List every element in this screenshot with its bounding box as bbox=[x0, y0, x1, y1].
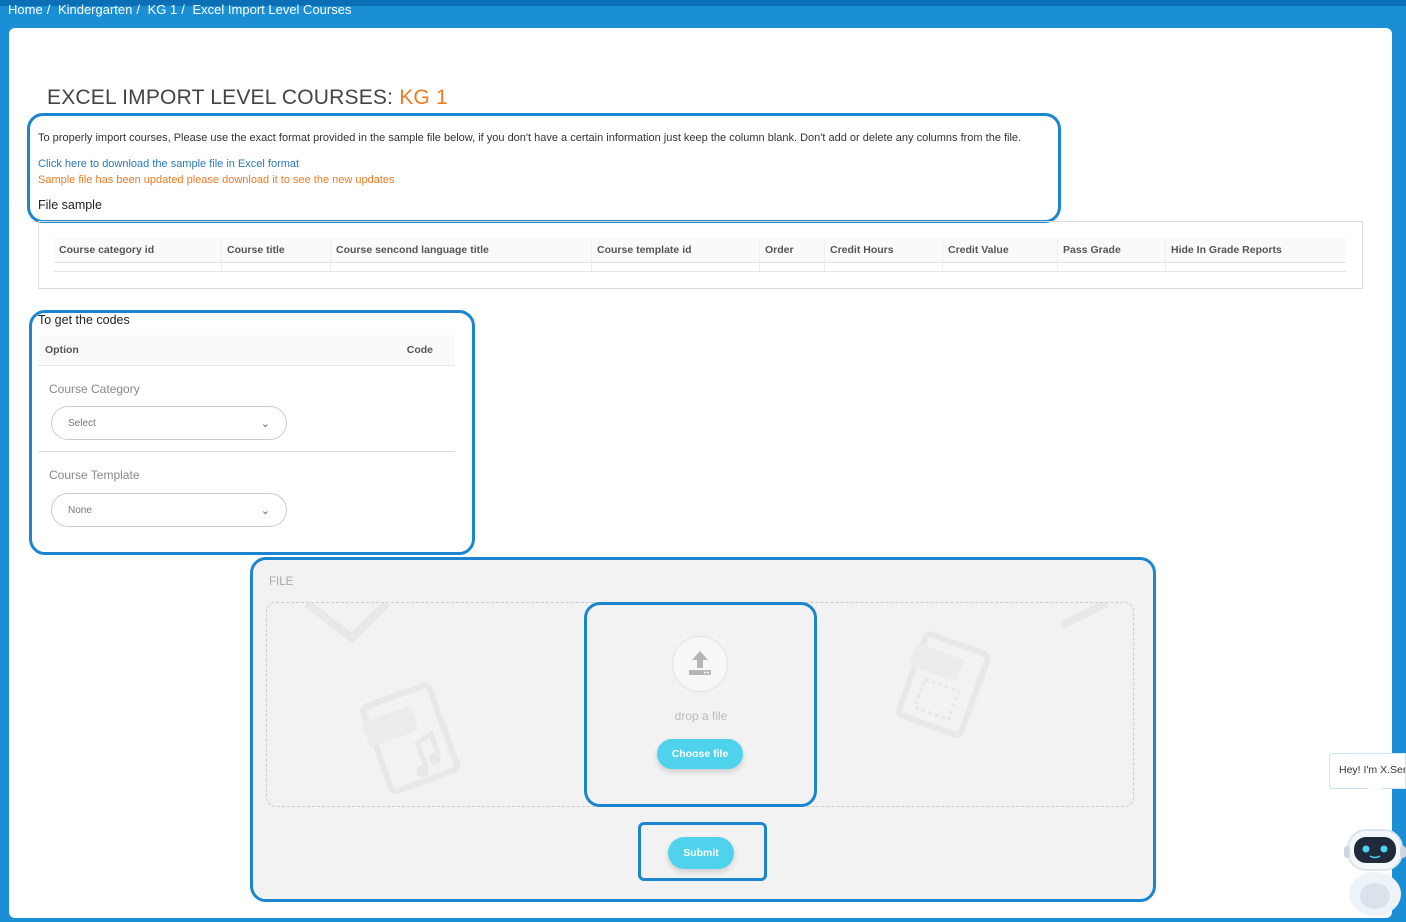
file-dropzone[interactable]: drop a file Choose file bbox=[266, 602, 1134, 807]
page-title: EXCEL IMPORT LEVEL COURSES: KG 1 bbox=[47, 86, 448, 110]
assistant-greeting-bubble[interactable]: Hey! I'm X.Ser bbox=[1329, 753, 1406, 789]
breadcrumb-separator: / bbox=[136, 2, 141, 17]
file-sample-title: File sample bbox=[38, 198, 102, 212]
dropzone-background-icons bbox=[304, 603, 1109, 795]
update-notice: Sample file has been updated please down… bbox=[38, 174, 395, 186]
column-header: Course sencond language title bbox=[330, 238, 592, 263]
column-header: Pass Grade bbox=[1057, 238, 1166, 263]
column-header: Order bbox=[759, 238, 825, 263]
codes-table: Option Code Course Category Select ⌄ Cou… bbox=[38, 335, 455, 537]
chevron-down-icon: ⌄ bbox=[260, 417, 270, 430]
content-card: EXCEL IMPORT LEVEL COURSES: KG 1 To prop… bbox=[9, 28, 1392, 918]
assistant-bubble-tail bbox=[1368, 788, 1382, 796]
course-category-value: Select bbox=[68, 417, 96, 429]
breadcrumb-kg1[interactable]: KG 1 bbox=[148, 2, 178, 17]
mp3-file-icon bbox=[360, 682, 461, 795]
column-header: Credit Value bbox=[942, 238, 1058, 263]
file-sample-table: Course category id Course title Course s… bbox=[54, 238, 1346, 272]
page-title-prefix: EXCEL IMPORT LEVEL COURSES: bbox=[47, 86, 400, 109]
course-category-select[interactable]: Select ⌄ bbox=[51, 406, 287, 440]
drop-file-text: drop a file bbox=[674, 709, 728, 723]
breadcrumb: Home / Kindergarten / KG 1/ Excel Import L… bbox=[8, 2, 355, 17]
chevron-down-icon: ⌄ bbox=[260, 504, 270, 517]
check-shape bbox=[304, 603, 1109, 644]
column-header: Course category id bbox=[54, 238, 222, 263]
column-header-code: Code bbox=[406, 344, 433, 356]
page-title-level: KG 1 bbox=[399, 86, 448, 109]
instructions-text: To properly import courses, Please use t… bbox=[38, 132, 1022, 144]
file-sample-box: Course category id Course title Course s… bbox=[38, 221, 1363, 289]
choose-file-button[interactable]: Choose file bbox=[657, 739, 743, 769]
breadcrumb-home[interactable]: Home bbox=[8, 2, 43, 17]
breadcrumb-separator: / bbox=[181, 2, 185, 17]
course-template-select[interactable]: None ⌄ bbox=[51, 493, 287, 527]
upload-icon bbox=[689, 651, 711, 675]
codes-row-course-template: Course Template None ⌄ bbox=[38, 452, 455, 537]
upload-icon-wrapper bbox=[672, 636, 728, 692]
course-template-label: Course Template bbox=[49, 468, 140, 482]
table-row bbox=[54, 262, 1346, 272]
breadcrumb-current: Excel Import Level Courses bbox=[192, 2, 352, 17]
codes-table-header: Option Code bbox=[38, 335, 455, 366]
breadcrumb-kindergarten[interactable]: Kindergarten bbox=[58, 2, 132, 17]
column-header: Course title bbox=[221, 238, 331, 263]
codes-title: To get the codes bbox=[38, 313, 130, 327]
file-upload-panel: FILE drop a file Choose file Submit bbox=[252, 559, 1154, 899]
column-header: Course template id bbox=[591, 238, 760, 263]
submit-button[interactable]: Submit bbox=[668, 837, 734, 869]
file-label: FILE bbox=[269, 576, 294, 588]
course-template-value: None bbox=[68, 504, 92, 516]
course-category-label: Course Category bbox=[49, 382, 140, 396]
assistant-robot-icon[interactable] bbox=[1340, 822, 1406, 922]
codes-row-course-category: Course Category Select ⌄ bbox=[38, 366, 455, 452]
download-sample-link[interactable]: Click here to download the sample file i… bbox=[38, 158, 299, 170]
column-header-option: Option bbox=[45, 344, 79, 356]
column-header: Credit Hours bbox=[824, 238, 943, 263]
breadcrumb-separator: / bbox=[46, 2, 51, 17]
column-header: Hide In Grade Reports bbox=[1165, 238, 1346, 263]
